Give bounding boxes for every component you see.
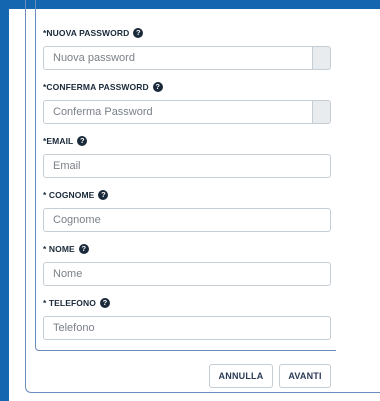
field-conferma-password: *CONFERMA PASSWORD ?	[43, 80, 331, 124]
show-password-toggle[interactable]	[313, 46, 331, 70]
help-icon[interactable]: ?	[133, 28, 144, 38]
help-icon[interactable]: ?	[99, 298, 110, 308]
field-cognome: * COGNOME ?	[43, 188, 331, 232]
nuova-password-label: *NUOVA PASSWORD	[43, 28, 130, 38]
input-group	[43, 154, 331, 178]
telefono-label: * TELEFONO	[43, 298, 96, 308]
help-icon[interactable]: ?	[98, 190, 109, 200]
email-input[interactable]	[43, 154, 331, 178]
field-label: *EMAIL ?	[43, 134, 331, 148]
nuova-password-input[interactable]	[43, 46, 314, 70]
field-nome: * NOME ?	[43, 242, 331, 286]
field-label: *NUOVA PASSWORD ?	[43, 26, 331, 40]
input-group	[43, 262, 331, 286]
conferma-password-label: *CONFERMA PASSWORD	[43, 82, 149, 92]
field-email: *EMAIL ?	[43, 134, 331, 178]
nome-input[interactable]	[43, 262, 331, 286]
show-confirm-password-toggle[interactable]	[313, 100, 331, 124]
field-label: *CONFERMA PASSWORD ?	[43, 80, 331, 94]
help-icon[interactable]: ?	[152, 82, 163, 92]
avanti-button[interactable]: AVANTI	[279, 364, 331, 388]
input-group	[43, 316, 331, 340]
annulla-button[interactable]: ANNULLA	[209, 364, 273, 388]
field-nuova-password: *NUOVA PASSWORD ?	[43, 26, 331, 70]
input-group	[43, 208, 331, 232]
help-icon[interactable]: ?	[78, 244, 89, 254]
cognome-label: * COGNOME	[43, 190, 95, 200]
window-left-border	[0, 0, 9, 401]
field-label: * TELEFONO ?	[43, 296, 331, 310]
conferma-password-input[interactable]	[43, 100, 314, 124]
cognome-input[interactable]	[43, 208, 331, 232]
field-label: * NOME ?	[43, 242, 331, 256]
nome-label: * NOME	[43, 244, 75, 254]
field-telefono: * TELEFONO ?	[43, 296, 331, 340]
input-group	[43, 100, 331, 124]
telefono-input[interactable]	[43, 316, 331, 340]
email-label: *EMAIL	[43, 136, 74, 146]
help-icon[interactable]: ?	[77, 136, 88, 146]
input-group	[43, 46, 331, 70]
field-label: * COGNOME ?	[43, 188, 331, 202]
